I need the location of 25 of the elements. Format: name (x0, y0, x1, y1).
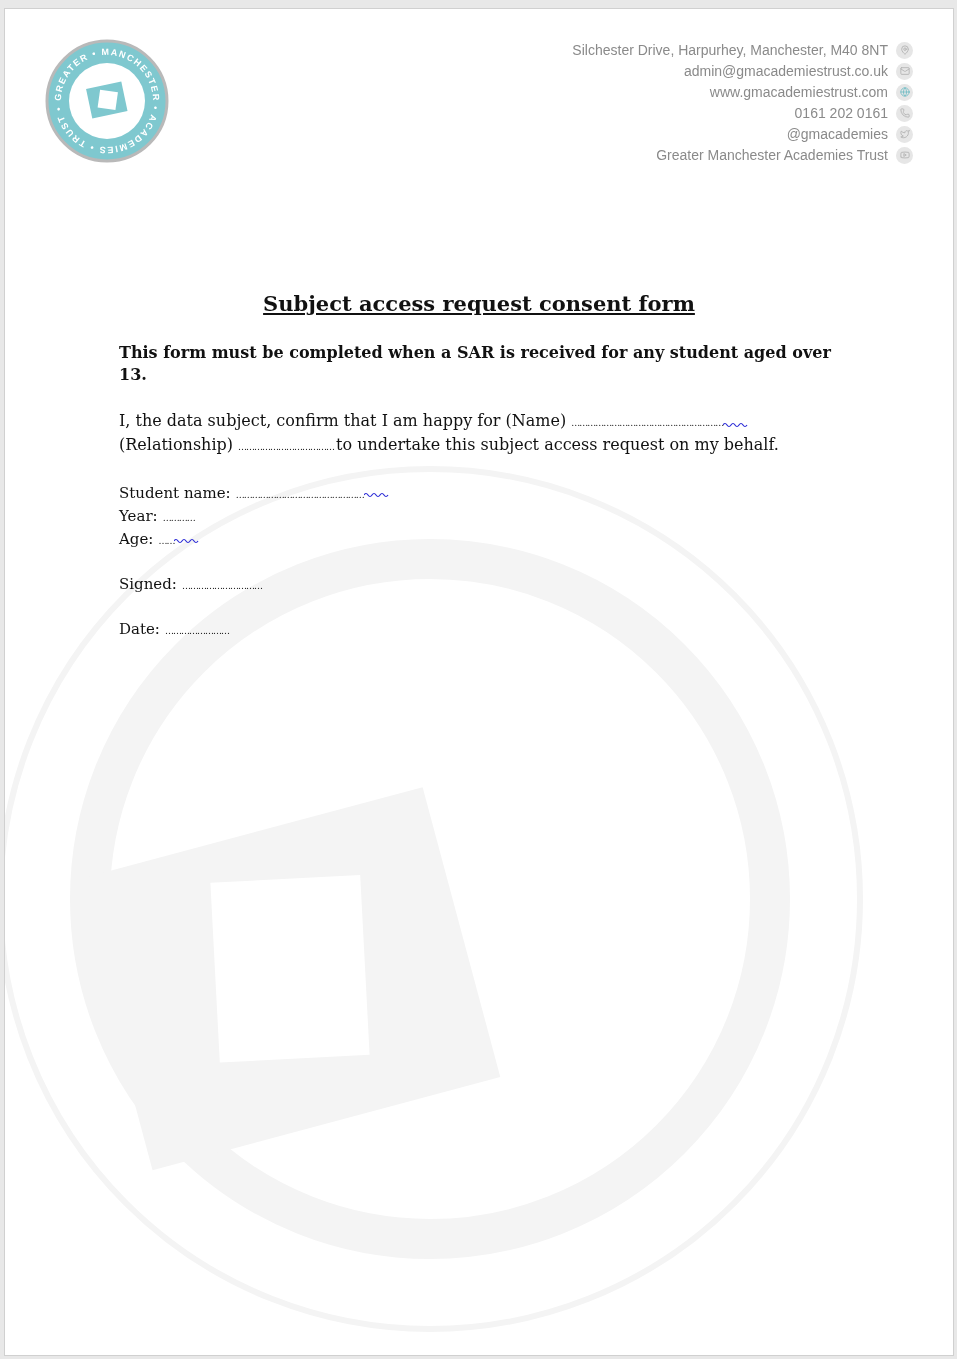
form-title: Subject access request consent form (263, 290, 695, 318)
field-label: Signed: (119, 573, 177, 595)
fill-in-line[interactable]: ………… (162, 511, 195, 525)
field-label: Year: (119, 505, 158, 527)
intro-text: This form must be completed when a SAR is received for any student aged over 13. (119, 341, 832, 386)
fill-in-line[interactable]: ………………………………………… (235, 488, 364, 502)
field-label: Student name: (119, 482, 231, 504)
mail-icon (896, 62, 913, 80)
fill-in-line[interactable]: …… (158, 534, 175, 548)
contact-text: @gmacademies (786, 125, 888, 143)
consent-paragraph: I, the data subject, confirm that I am happy for (Name) ………………………………………………… (Relationship) ………………………………to undertake this subject access request on my behalf. (119, 409, 780, 456)
globe-icon (896, 83, 913, 101)
fill-in-line[interactable]: …………………… (164, 624, 229, 638)
fill-in-line[interactable]: ………………………… (181, 579, 262, 593)
field-label: Date: (119, 618, 160, 640)
contact-text: Silchester Drive, Harpurhey, Manchester, M40 8NT (572, 41, 888, 59)
map-pin-icon (896, 41, 913, 59)
field-label: Age: (119, 528, 154, 550)
contact-text: Greater Manchester Academies Trust (656, 146, 888, 164)
phone-icon (896, 104, 913, 122)
contact-text: www.gmacademiestrust.com (709, 83, 888, 101)
contact-text: 0161 202 0161 (794, 104, 888, 122)
bird-icon (896, 125, 913, 143)
video-play-icon (896, 146, 913, 164)
contact-text: admin@gmacademiestrust.co.uk (683, 62, 888, 80)
